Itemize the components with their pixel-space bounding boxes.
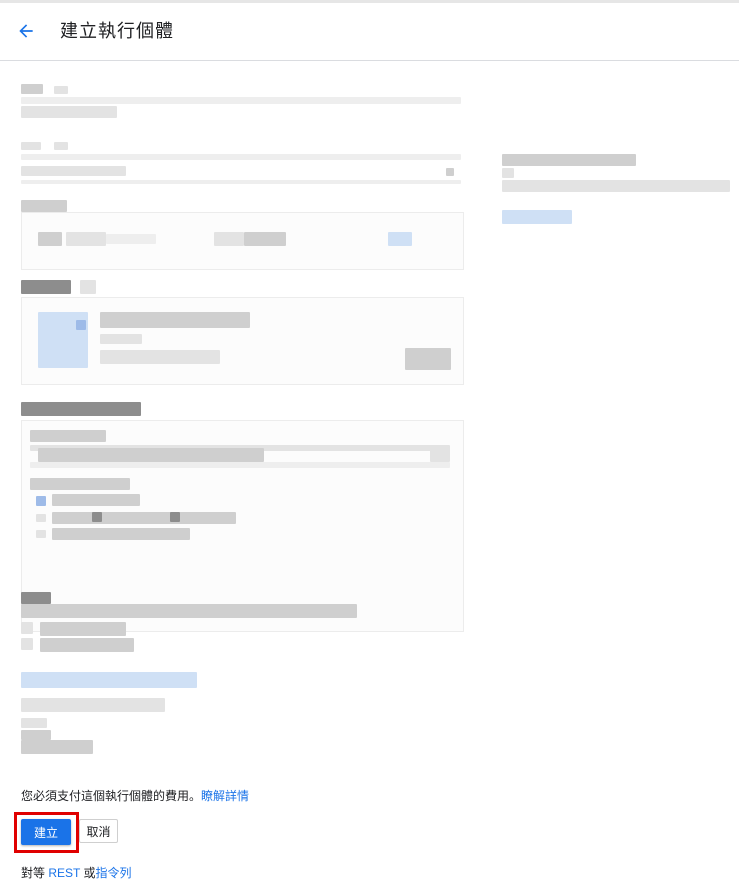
command-line-link[interactable]: 指令列	[95, 866, 131, 880]
learn-more-link[interactable]: 瞭解詳情	[201, 789, 249, 803]
page-header: 建立執行個體	[0, 3, 739, 61]
create-button[interactable]: 建立	[21, 819, 71, 845]
equivalent-links: 對等 REST 或指令列	[21, 865, 132, 881]
rest-link[interactable]: REST	[48, 866, 80, 880]
equivalent-prefix: 對等	[21, 866, 49, 880]
billing-notice-text: 您必須支付這個執行個體的費用。	[21, 789, 202, 803]
equivalent-or: 或	[80, 866, 96, 880]
arrow-back-icon[interactable]	[14, 19, 38, 43]
obscured-form-area	[0, 62, 739, 762]
billing-notice: 您必須支付這個執行個體的費用。瞭解詳情	[21, 788, 249, 804]
cancel-button[interactable]: 取消	[79, 819, 118, 843]
page-title: 建立執行個體	[60, 21, 174, 41]
